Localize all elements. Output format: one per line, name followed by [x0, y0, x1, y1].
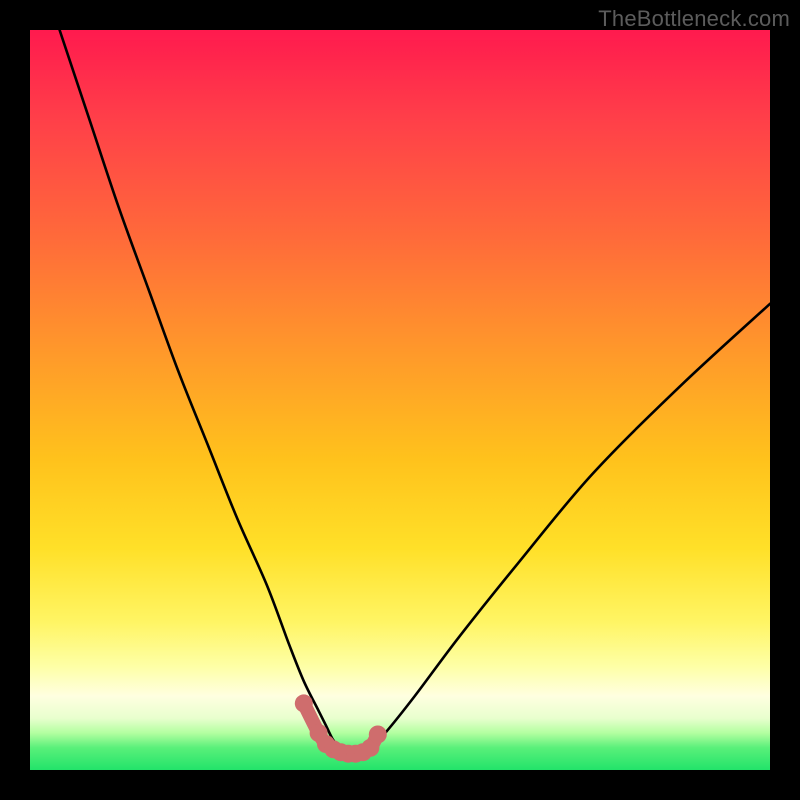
- highlight-markers: [295, 694, 387, 762]
- plot-area: [30, 30, 770, 770]
- highlight-marker: [369, 725, 387, 743]
- bottleneck-curve: [60, 30, 770, 756]
- watermark-label: TheBottleneck.com: [598, 6, 790, 32]
- curve-layer: [30, 30, 770, 770]
- chart-frame: TheBottleneck.com: [0, 0, 800, 800]
- highlight-marker: [295, 694, 313, 712]
